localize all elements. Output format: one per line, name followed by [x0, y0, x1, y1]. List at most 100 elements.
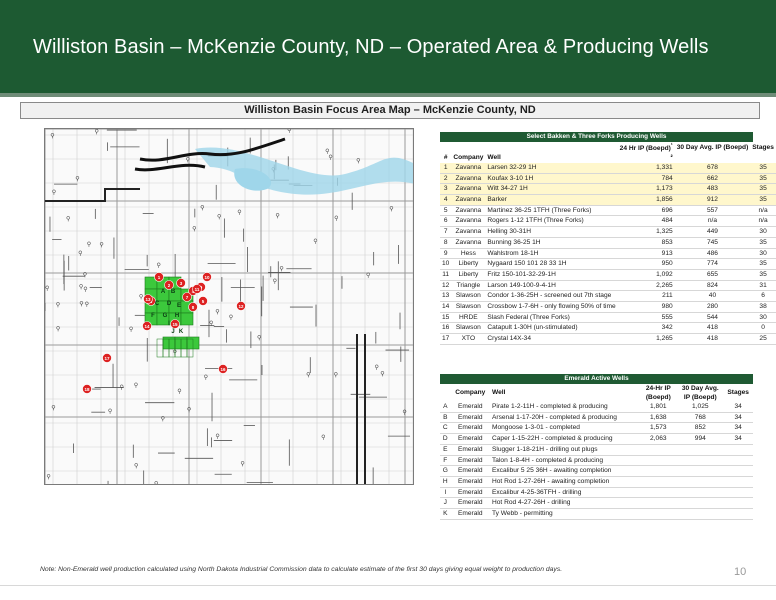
well-marker-label: 18 — [84, 387, 90, 392]
well-name-cell: Hot Rod 4-27-26H - drilling — [489, 497, 640, 510]
well-symbol: ⚲ — [200, 204, 204, 211]
well-marker-label: 10 — [204, 275, 210, 280]
well-id: E — [440, 444, 451, 456]
table-row: 15 HRDE Slash Federal (Three Forks) 555 544 3… — [440, 312, 776, 324]
stages-cell: 34 — [723, 433, 753, 445]
ip24-cell: 980 — [617, 301, 675, 313]
avg30-cell: 40 — [674, 290, 751, 303]
table-row: K Emerald Ty Webb - permitting — [440, 508, 753, 520]
page-number: 10 — [734, 566, 747, 578]
company-cell: XTO — [451, 333, 486, 345]
well-number: 13 — [440, 290, 452, 303]
well-symbol: ⚲ — [186, 156, 190, 163]
table-row: 7 Zavanna Helling 30-31H 1,325 449 30 — [440, 226, 776, 238]
well-name-cell: Larson 149-100-9-4-1H — [485, 280, 618, 292]
avg30-cell: 852 — [677, 422, 724, 435]
avg30-cell: 745 — [674, 237, 751, 249]
emerald-well-label: B — [171, 289, 176, 295]
stages-cell — [723, 455, 753, 467]
well-name-cell: Talon 1-8-4H - completed & producing — [489, 455, 640, 467]
avg30-cell: 486 — [674, 248, 751, 260]
well-symbol: ⚲ — [56, 325, 60, 332]
avg30-cell: 768 — [677, 412, 724, 424]
well-symbol: ⚲ — [229, 314, 233, 321]
well-symbol: ⚲ — [209, 320, 213, 327]
focus-area-map[interactable]: ⚲ ⚲ ⚲ ⚲ ⚲ ⚲ ⚲ ⚲ ⚲ ⚲ ⚲ ⚲ ⚲ ⚲ ⚲ ⚲ ⚲ ⚲ ⚲ ⚲ ⚲ ⚲ ⚲ ⚲ ⚲ ⚲ ⚲ ⚲ ⚲ ⚲ ⚲ ⚲ ⚲ ⚲ ⚲ ⚲ ⚲ ⚲ ⚲ ⚲… — [44, 128, 414, 485]
well-name-cell: Helling 30-31H — [485, 226, 618, 238]
emerald-well-header: Well — [491, 389, 506, 397]
avg30-cell: 557 — [674, 205, 751, 217]
well-name-cell: Bunning 36-25 1H — [485, 237, 618, 249]
footnote: Note: Non-Emerald well production calcul… — [40, 566, 563, 573]
well-name-cell: Condor 1-36-25H - screened out 7th stage — [485, 290, 618, 303]
ip24-cell: 2,063 — [639, 433, 678, 445]
ip24-cell: 1,331 — [617, 162, 675, 174]
well-name-cell: Excalibur 5 25 36H - awaiting completion — [489, 465, 640, 477]
stages-cell: 0 — [750, 322, 776, 335]
well-id: B — [440, 412, 451, 424]
well-marker-label: 16 — [220, 367, 226, 372]
table-row: B Emerald Arsenal 1-17-20H - completed & p… — [440, 412, 753, 424]
table-row: 12 Triangle Larson 149-100-9-4-1H 2,265 824 3… — [440, 280, 776, 292]
ip24-cell — [639, 455, 678, 467]
well-id: A — [440, 402, 451, 413]
table-row: J Emerald Hot Rod 4-27-26H - drilling — [440, 497, 753, 510]
avg30-cell — [677, 476, 724, 488]
avg30-cell: 912 — [674, 194, 751, 206]
well-number: 9 — [440, 248, 452, 260]
company-cell: Emerald — [450, 402, 490, 413]
company-cell: Emerald — [450, 508, 490, 520]
well-symbol: ⚲ — [215, 308, 219, 315]
well-name-cell: Rogers 1-12 1TFH (Three Forks) — [485, 215, 618, 228]
well-marker-label: 12 — [238, 304, 244, 309]
stages-cell: n/a — [750, 205, 776, 217]
well-marker-label: 11 — [195, 287, 200, 292]
ip24-cell: 555 — [617, 312, 675, 324]
well-name-cell: Catapult 1-30H (un-stimulated) — [485, 322, 618, 335]
well-name-cell: Hot Rod 1-27-26H - awaiting completion — [489, 476, 640, 488]
well-symbol: ⚲ — [275, 213, 279, 220]
acreage-tract — [180, 312, 194, 326]
table-row: 13 Slawson Condor 1-36-25H - screened out … — [440, 290, 776, 303]
well-symbol: ⚲ — [78, 250, 82, 257]
table-row: 10 Liberty Nygaard 150 101 28 33 1H 950 774 3… — [440, 258, 776, 270]
emerald-avg30-header: 30 Day Avg. IP (Boepd) — [681, 385, 719, 401]
avg30-cell — [677, 508, 724, 520]
well-symbol: ⚲ — [161, 416, 165, 423]
stages-cell: 35 — [750, 173, 776, 185]
avg30-cell: 1,025 — [677, 402, 724, 413]
stages-cell: 35 — [750, 162, 776, 174]
stages-cell: 30 — [750, 226, 776, 238]
well-symbol: ⚲ — [85, 301, 89, 308]
well-symbol: ⚲ — [83, 286, 87, 293]
well-number: 8 — [440, 237, 452, 249]
stages-cell: 30 — [750, 312, 776, 324]
bakken-wells-table: Select Bakken & Three Forks Producing We… — [440, 132, 776, 345]
well-number: 12 — [440, 280, 452, 292]
well-name-cell: Caper 1-15-22H - completed & producing — [489, 433, 640, 445]
avg30-cell — [677, 444, 724, 456]
well-symbol: ⚲ — [217, 214, 221, 221]
well-id: D — [440, 433, 451, 445]
emerald-well-label: E — [177, 303, 181, 309]
well-name-cell: Wahlstrom 18-1H — [485, 248, 618, 260]
company-cell: Zavanna — [451, 162, 486, 174]
avg30-cell — [677, 465, 724, 477]
well-id: K — [440, 508, 451, 520]
avg30-cell: 418 — [674, 333, 751, 345]
ip24-cell — [639, 465, 678, 477]
well-symbol: ⚲ — [257, 335, 261, 342]
well-name-cell: Nygaard 150 101 28 33 1H — [485, 258, 618, 270]
well-symbol: ⚲ — [187, 406, 191, 413]
ip24-cell: 1,573 — [639, 422, 678, 435]
well-name-cell: Pirate 1-2-11H - completed & producing — [489, 402, 640, 413]
stages-cell: 35 — [750, 237, 776, 249]
well-symbol: ⚲ — [375, 364, 379, 371]
ip24-cell: 853 — [617, 237, 675, 249]
well-symbol: ⚲ — [51, 405, 55, 412]
company-cell: Emerald — [450, 433, 490, 445]
company-cell: Zavanna — [451, 194, 486, 206]
company-cell: Zavanna — [451, 237, 486, 249]
well-symbol: ⚲ — [94, 129, 98, 136]
emerald-stages-header: Stages — [727, 389, 749, 397]
